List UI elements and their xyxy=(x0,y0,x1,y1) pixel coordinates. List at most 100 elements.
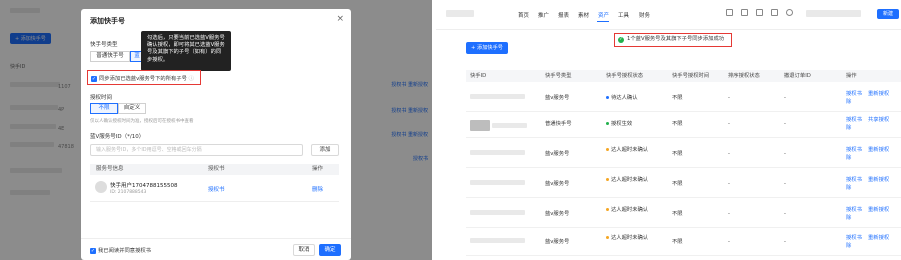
delete-link[interactable]: 除 xyxy=(846,155,851,162)
auth-time-hint: 仅以人确认授权时间为准，授权后可在授权书中查看 xyxy=(90,119,194,124)
header-auth-time: 快手号授权时间 xyxy=(672,73,710,79)
reauth-link[interactable]: 重新授权 xyxy=(868,207,889,214)
service-table-row: 快手用户1704788155508 ID: 2107888543 授权书 删除 xyxy=(90,175,339,202)
order-id: - xyxy=(784,121,786,127)
order-id: - xyxy=(784,239,786,245)
delete-link[interactable]: 除 xyxy=(846,125,851,132)
top-nav: 首页 推广 报表 素材 资产 工具 财务 新建 xyxy=(436,0,901,30)
new-button[interactable]: 新建 xyxy=(877,9,899,19)
header-auth-status: 快手号授权状态 xyxy=(606,73,644,79)
reauth-link[interactable]: 共享授权 xyxy=(868,117,889,124)
nav-item-promote[interactable]: 推广 xyxy=(538,11,549,19)
bell-icon[interactable] xyxy=(756,9,763,16)
checkbox-checked-icon[interactable]: ✓ xyxy=(91,75,97,82)
auth-time: 不限 xyxy=(672,95,683,101)
auth-status-text: 授权生效 xyxy=(611,121,633,127)
nav-item-report[interactable]: 报表 xyxy=(558,11,569,19)
auth-time-unlimited[interactable]: 不限 xyxy=(90,103,118,114)
sort-status: - xyxy=(728,239,730,245)
blurred-kuaishou-id xyxy=(470,94,525,99)
vid-input[interactable]: 输入服务号ID，多个ID用逗号、空格或回车分隔 xyxy=(90,144,303,156)
table-row: 蓝v服务号 达人超时未确认 不限 - - 授权书 重新授权除 xyxy=(466,228,901,256)
nav-item-material[interactable]: 素材 xyxy=(578,11,589,19)
vid-label: 蓝V服务号ID（*/10） xyxy=(90,134,145,140)
reauth-link[interactable]: 重新授权 xyxy=(868,235,889,242)
auth-letter-link[interactable]: 授权书 xyxy=(846,177,862,184)
agree-checkbox[interactable]: ✓ 我已阅读并同意授权书 xyxy=(90,246,151,254)
auth-letter-link[interactable]: 授权书 xyxy=(846,235,862,242)
reauth-link[interactable]: 重新授权 xyxy=(868,91,889,98)
delete-link[interactable]: 除 xyxy=(846,215,851,222)
table-row: 普通快手号 授权生效 不限 - - 授权书 共享授权除 xyxy=(466,110,901,138)
status-dot-icon xyxy=(606,178,609,181)
auth-status: 达人超时未确认 xyxy=(606,207,650,214)
left-screenshot: + 添加快手号 快手ID 1107 4P 4E 47818 授权书 重新授权 授… xyxy=(0,0,432,260)
auth-time-custom[interactable]: 自定义 xyxy=(118,103,146,114)
document-icon[interactable] xyxy=(741,9,748,16)
help-icon: ⓘ xyxy=(188,76,194,82)
reauth-link[interactable]: 重新授权 xyxy=(868,147,889,154)
order-id: - xyxy=(784,151,786,157)
service-name: 快手用户1704788155508 xyxy=(110,183,178,189)
blurred-kuaishou-id xyxy=(470,120,490,131)
box-icon[interactable] xyxy=(771,9,778,16)
right-screenshot: 首页 推广 报表 素材 资产 工具 财务 新建 ✓ 1个蓝V服务号及其旗下子号同… xyxy=(436,0,901,260)
auth-time: 不限 xyxy=(672,151,683,157)
auth-status: 待达人确认 xyxy=(606,95,650,102)
header-sort-status: 排序授权状态 xyxy=(728,73,760,79)
success-toast: ✓ 1个蓝V服务号及其旗下子号同步添加成功 xyxy=(614,33,732,47)
header-info: 服务号信息 xyxy=(96,166,124,172)
auth-letter-link[interactable]: 授权书 xyxy=(846,91,862,98)
auth-time-label: 授权时间 xyxy=(90,95,113,101)
service-id: ID: 2107888543 xyxy=(110,190,147,195)
account-type: 蓝v服务号 xyxy=(545,151,570,157)
delete-link[interactable]: 删除 xyxy=(312,185,323,193)
blurred-kuaishou-id xyxy=(470,180,525,185)
status-dot-icon xyxy=(606,208,609,211)
auth-time: 不限 xyxy=(672,211,683,217)
table-row: 蓝v服务号 达人超时未确认 不限 - - 授权书 重新授权除 xyxy=(466,200,901,228)
blurred-kuaishou-id xyxy=(470,238,525,243)
logo xyxy=(446,10,474,17)
auth-status-text: 达人超时未确认 xyxy=(611,177,649,183)
auth-link[interactable]: 授权书 xyxy=(208,185,225,193)
reauth-link[interactable]: 重新授权 xyxy=(868,177,889,184)
account-type: 蓝v服务号 xyxy=(545,211,570,217)
checkbox-checked-icon[interactable]: ✓ xyxy=(90,247,96,254)
help-icon[interactable] xyxy=(786,9,793,16)
nav-item-home[interactable]: 首页 xyxy=(518,11,529,19)
nav-item-finance[interactable]: 财务 xyxy=(639,11,650,19)
modal-footer: ✓ 我已阅读并同意授权书 取消 确定 xyxy=(81,238,351,260)
sync-tooltip: 勾选后，只要当前已选蓝V服务号确认授权，即可将其已选蓝V服务号及其旗下的子号（如… xyxy=(141,31,231,71)
sync-subaccounts-checkbox[interactable]: ✓ 同步添加已选蓝v服务号下的所有子号 ⓘ xyxy=(87,70,201,85)
auth-letter-link[interactable]: 授权书 xyxy=(846,147,862,154)
add-vid-button[interactable]: 添加 xyxy=(311,144,339,156)
table-row: 蓝v服务号 达人超时未确认 不限 - - 授权书 重新授权除 xyxy=(466,170,901,198)
delete-link[interactable]: 除 xyxy=(846,99,851,106)
nav-active-indicator xyxy=(597,21,609,22)
header-type: 快手号类型 xyxy=(545,73,572,79)
nav-item-assets[interactable]: 资产 xyxy=(598,11,609,19)
window-icon[interactable] xyxy=(726,9,733,16)
auth-letter-link[interactable]: 授权书 xyxy=(846,207,862,214)
delete-link[interactable]: 除 xyxy=(846,243,851,250)
modal-title: 添加快手号 xyxy=(90,17,125,25)
header-actions: 操作 xyxy=(846,73,857,79)
auth-status-text: 待达人确认 xyxy=(611,95,638,101)
nav-item-tools[interactable]: 工具 xyxy=(618,11,629,19)
add-kuaishou-button[interactable]: + 添加快手号 xyxy=(466,42,508,54)
cancel-button[interactable]: 取消 xyxy=(293,244,315,256)
type-option-normal[interactable]: 普通快手号 xyxy=(90,51,130,62)
table-row: 蓝v服务号 达人超时未确认 不限 - - 授权书 重新授权除 xyxy=(466,140,901,168)
auth-letter-link[interactable]: 授权书 xyxy=(846,117,862,124)
delete-link[interactable]: 除 xyxy=(846,185,851,192)
sort-status: - xyxy=(728,181,730,187)
auth-status: 达人超时未确认 xyxy=(606,177,650,184)
header-action: 操作 xyxy=(312,166,324,172)
confirm-button[interactable]: 确定 xyxy=(319,244,341,256)
auth-status: 达人超时未确认 xyxy=(606,235,650,242)
status-dot-icon xyxy=(606,122,609,125)
close-icon[interactable]: × xyxy=(336,14,344,24)
check-circle-icon: ✓ xyxy=(618,36,624,43)
header-order-id: 撤退订单ID xyxy=(784,73,811,79)
